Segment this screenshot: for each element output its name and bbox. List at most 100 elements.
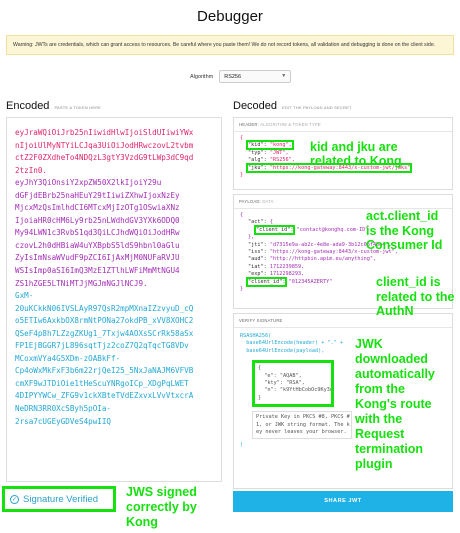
jwk-public-key-input[interactable]: { "e": "AQAB", "kty": "RSA", "n": "k9YtH… bbox=[252, 360, 334, 408]
annotation-line: act.client_id bbox=[366, 209, 439, 223]
chevron-down-icon: ▼ bbox=[281, 73, 287, 79]
json-key: "client_id": bbox=[248, 278, 286, 285]
annotation-line: kid and jku are bbox=[310, 140, 398, 154]
json-key: "alg": bbox=[248, 157, 267, 164]
payload-panel-label: PAYLOAD: bbox=[239, 199, 261, 204]
encoded-token-line: MCoxmVYa4G5XDm-zOABkFf- bbox=[15, 353, 121, 363]
encoded-token-line: MjcxMzQsImlhdCI6MTcxMjIzOTg1OSwiaXNz bbox=[15, 203, 180, 213]
json-key: "exp": bbox=[248, 271, 267, 278]
encoded-token-line: IjoiaHR0cHM6Ly9rb25nLWdhdGV3YXk6ODQ0 bbox=[15, 215, 180, 225]
json-value: "http://httpbin.apim.eu/anything", bbox=[269, 256, 377, 263]
payload-panel-title: PAYLOAD: DATA bbox=[234, 195, 452, 209]
check-circle-icon: ✓ bbox=[10, 494, 19, 504]
json-value: 1712239859, bbox=[269, 263, 305, 270]
annotation-line: termination bbox=[355, 442, 424, 456]
json-value: 1712298293, bbox=[269, 271, 305, 278]
header-panel-sublabel: ALGORITHM & TOKEN TYPE bbox=[260, 122, 321, 127]
algorithm-value: RS256 bbox=[224, 74, 242, 80]
annotation-act-client-id: act.client_id is the Kong Consumer Id bbox=[366, 209, 442, 253]
encoded-title: Encoded bbox=[6, 100, 50, 112]
annotation-line: JWK bbox=[355, 337, 383, 351]
annotation-kid-jku: kid and jku are related to Kong bbox=[310, 140, 402, 168]
json-key: "client_id": bbox=[256, 226, 294, 233]
json-value: "JWT", bbox=[269, 149, 289, 156]
private-key-placeholder: ey never leaves your browser. bbox=[256, 429, 347, 436]
json-key: "kid": bbox=[248, 142, 267, 149]
json-value: "RS256", bbox=[269, 157, 295, 164]
json-key: "typ": bbox=[248, 149, 267, 156]
jwk-line: "kty": "RSA", bbox=[258, 380, 305, 387]
json-key: "iss": bbox=[248, 249, 267, 256]
encoded-token-line: o5ETIw6AxkbOX8rmNtPONa27okdPB_xVV8XOHC2 bbox=[15, 316, 194, 326]
encoded-token-line: ZS1hZGE5LTNiMTJjMGJmNGJlNCJ9. bbox=[15, 278, 148, 288]
annotation-line: plugin bbox=[355, 457, 393, 471]
json-key: "jti": bbox=[248, 241, 267, 248]
annotation-jws: JWS signed correctly by Kong bbox=[126, 485, 197, 530]
encoded-token-line: WSIsImp0aSI6ImQ3MzE1ZTlhLWFiMmMtNGU4 bbox=[15, 266, 180, 276]
annotation-line: downloaded bbox=[355, 352, 428, 366]
json-brace: } bbox=[258, 394, 262, 401]
encoded-token-line: FP1EjBGGR7jL896sqtTjz2coZ7Q2qTqcTG8VDv bbox=[15, 341, 189, 351]
annotation-line: with the bbox=[355, 412, 403, 426]
decoded-heading: Decoded EDIT THE PAYLOAD AND SECRET bbox=[233, 100, 352, 112]
algorithm-selector: Algorithm RS256 ▼ bbox=[190, 70, 292, 83]
decoded-title: Decoded bbox=[233, 100, 278, 112]
json-brace: } bbox=[240, 172, 244, 179]
annotation-line: correctly by bbox=[126, 500, 197, 514]
encoded-subtitle: PASTE A TOKEN HERE bbox=[54, 105, 102, 110]
encoded-heading: Encoded PASTE A TOKEN HERE bbox=[6, 100, 101, 112]
annotation-line: from the bbox=[355, 382, 405, 396]
header-kid-line: "kid": "kong", bbox=[246, 140, 294, 151]
encoded-token-line: 2tzIn0. bbox=[15, 165, 48, 175]
private-key-placeholder: Private Key in PKCS #8, PKCS # bbox=[256, 414, 350, 421]
encoded-token-line: nIjoiUlMyNTYiLCJqa3UiOiJodHRwczovL2tvbm bbox=[15, 140, 194, 150]
annotation-line: AuthN bbox=[376, 304, 414, 318]
encoded-token-line: ZyIsImNsaWVudF9pZCI6IjAxMjM0NUFaRVJU bbox=[15, 253, 180, 263]
annotation-line: related to the bbox=[376, 289, 455, 304]
signature-verified-label: Signature Verified bbox=[23, 493, 98, 505]
encoded-token-line: Cp4oWxMkFxF3b6m22rjQeI25_5NxJaNAJM6VFVB bbox=[15, 366, 194, 376]
encoded-token-line: 2rsa7cUGEyGDVeS4pwIIQ bbox=[15, 416, 112, 426]
annotation-line: related to Kong bbox=[310, 154, 402, 168]
annotation-client-id: client_id is related to the AuthN bbox=[376, 275, 455, 319]
jwk-line: "n": "k9YtHbCobOc9Ky3uOOAm24" bbox=[264, 387, 333, 394]
json-key: "jku": bbox=[248, 164, 267, 171]
annotation-line: JWS signed bbox=[126, 485, 197, 499]
annotation-line: automatically bbox=[355, 367, 435, 381]
json-brace: { bbox=[269, 219, 273, 226]
json-key: "iat": bbox=[248, 263, 267, 270]
encoded-token-line: GxM- bbox=[15, 291, 34, 301]
signature-verified-status: ✓ Signature Verified bbox=[2, 486, 116, 512]
payload-act-client-id: "client_id": bbox=[253, 224, 296, 235]
annotation-line: is the Kong bbox=[366, 223, 435, 238]
payload-panel-sublabel: DATA bbox=[262, 199, 274, 204]
json-value: "contact@konghq.com-ID" bbox=[296, 226, 369, 233]
encoded-token-line: cmXF9wJTDiOie1tHeScuYNRgoICp_XDgPqLWET bbox=[15, 378, 189, 388]
encoded-token-line: 4DIPYYWCw_ZFG9v1ckXBteTVdEZxvxLVvVtxcrA bbox=[15, 391, 194, 401]
encoded-token-text: eyJraWQiOiJrb25nIiwidHlwIjoiSldUIiwiYWx n… bbox=[15, 127, 213, 428]
json-value: "kong", bbox=[269, 142, 292, 149]
payload-client-id: "client_id": bbox=[245, 276, 288, 287]
private-key-placeholder: 1, or JWK string format. The k bbox=[256, 421, 350, 428]
annotation-line: Request bbox=[355, 427, 405, 441]
encoded-token-line: QSeF4p8h7LZzgZKUg1_7Txjw4AOXsSCrRk58aSx bbox=[15, 328, 194, 338]
encoded-token-line: dGFjdEBrb25naHEuY29tIiwiZXhwIjoxNzEy bbox=[15, 190, 180, 200]
share-jwt-button[interactable]: SHARE JWT bbox=[233, 491, 453, 512]
encoded-token-line: eyJraWQiOiJrb25nIiwidHlwIjoiSldUIiwiYWx bbox=[15, 128, 194, 137]
header-panel-title: HEADER: ALGORITHM & TOKEN TYPE bbox=[234, 118, 452, 132]
encoded-token-line: eyJhY3QiOnsiY2xpZW50X2lkIjoiY29u bbox=[15, 178, 162, 188]
algorithm-select[interactable]: RS256 ▼ bbox=[219, 70, 292, 83]
encoded-token-line: czovL2h0dHBiaW4uYXBpbS5ldS9hbnl0aGlu bbox=[15, 240, 180, 250]
encoded-token-line: NeDRN3RR0XcSByh5pOIa- bbox=[15, 404, 112, 414]
jwk-line: "e": "AQAB", bbox=[258, 372, 302, 379]
encoded-token-editor[interactable]: eyJraWQiOiJrb25nIiwidHlwIjoiSldUIiwiYWx n… bbox=[6, 117, 222, 482]
decoded-subtitle: EDIT THE PAYLOAD AND SECRET bbox=[282, 105, 352, 110]
encoded-token-line: ctZ2F0ZXdheTo4NDQzL3gtY3VzdG9tLWp3dC9qd bbox=[15, 153, 194, 163]
warning-banner: Warning: JWTs are credentials, which can… bbox=[6, 35, 454, 55]
annotation-line: Kong bbox=[126, 515, 158, 529]
encoded-token-line: 20uKCkkN06IVSLAyR97QsR2mpMXnaIZzvyuD_cQ bbox=[15, 303, 194, 313]
annotation-line: Consumer Id bbox=[366, 238, 443, 252]
json-value: "012345AZERTY" bbox=[288, 278, 333, 285]
json-brace: { bbox=[258, 365, 262, 372]
private-key-input[interactable]: Private Key in PKCS #8, PKCS # 1, or JWK… bbox=[252, 411, 352, 440]
